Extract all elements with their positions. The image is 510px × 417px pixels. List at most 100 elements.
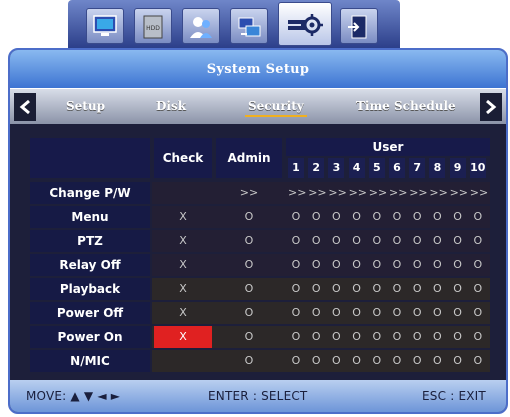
user-cell-3[interactable]: O [328, 230, 344, 252]
user-cell-6[interactable]: O [389, 278, 405, 300]
check-cell[interactable]: X [154, 254, 212, 276]
user-cell-5[interactable]: O [369, 350, 385, 372]
user-cell-9[interactable]: O [450, 230, 466, 252]
user-cell-5[interactable]: O [369, 302, 385, 324]
tab-setup[interactable]: Setup [66, 99, 105, 113]
user-cell-4[interactable]: O [349, 230, 365, 252]
user-cell-5[interactable]: O [369, 278, 385, 300]
user-cell-6[interactable]: O [389, 302, 405, 324]
user-cell-7[interactable]: O [409, 302, 425, 324]
user-cell-4[interactable]: >> [349, 182, 367, 204]
users-tab[interactable] [182, 8, 220, 44]
admin-cell[interactable]: O [216, 326, 282, 348]
user-cell-9[interactable]: O [450, 302, 466, 324]
user-cell-4[interactable]: O [349, 206, 365, 228]
check-cell[interactable]: X [154, 278, 212, 300]
user-cell-5[interactable]: O [369, 206, 385, 228]
user-cell-8[interactable]: >> [429, 182, 447, 204]
user-cell-4[interactable]: O [349, 254, 365, 276]
user-cell-7[interactable]: O [409, 230, 425, 252]
user-cell-7[interactable]: >> [409, 182, 427, 204]
user-cell-10[interactable]: O [470, 230, 486, 252]
user-cell-8[interactable]: O [429, 230, 445, 252]
user-cell-2[interactable]: >> [308, 182, 326, 204]
user-cell-3[interactable]: O [328, 326, 344, 348]
check-cell[interactable]: X [154, 326, 212, 348]
user-cell-5[interactable]: O [369, 230, 385, 252]
user-cell-9[interactable]: O [450, 350, 466, 372]
user-cell-1[interactable]: O [288, 230, 304, 252]
user-cell-8[interactable]: O [429, 326, 445, 348]
user-cell-5[interactable]: O [369, 326, 385, 348]
admin-cell[interactable]: O [216, 302, 282, 324]
user-cell-3[interactable]: O [328, 254, 344, 276]
user-cell-2[interactable]: O [308, 302, 324, 324]
tab-time-schedule[interactable]: Time Schedule [356, 99, 456, 113]
user-cell-8[interactable]: O [429, 350, 445, 372]
user-cell-8[interactable]: O [429, 254, 445, 276]
exit-tab[interactable] [340, 8, 378, 44]
user-cell-9[interactable]: O [450, 254, 466, 276]
user-cell-3[interactable]: O [328, 350, 344, 372]
user-cell-2[interactable]: O [308, 254, 324, 276]
user-cell-1[interactable]: >> [288, 182, 306, 204]
network-tab[interactable] [230, 8, 268, 44]
user-cell-6[interactable]: O [389, 230, 405, 252]
user-cell-7[interactable]: O [409, 254, 425, 276]
next-tab-button[interactable] [480, 93, 502, 121]
user-cell-1[interactable]: O [288, 278, 304, 300]
user-cell-9[interactable]: O [450, 278, 466, 300]
user-cell-10[interactable]: >> [470, 182, 488, 204]
user-cell-3[interactable]: O [328, 278, 344, 300]
user-cell-9[interactable]: O [450, 206, 466, 228]
check-cell[interactable] [154, 182, 212, 204]
user-cell-6[interactable]: O [389, 206, 405, 228]
user-cell-7[interactable]: O [409, 350, 425, 372]
admin-cell[interactable]: O [216, 206, 282, 228]
check-cell[interactable] [154, 350, 212, 372]
user-cell-6[interactable]: O [389, 350, 405, 372]
tab-disk[interactable]: Disk [156, 99, 186, 113]
user-cell-1[interactable]: O [288, 326, 304, 348]
user-cell-4[interactable]: O [349, 278, 365, 300]
user-cell-1[interactable]: O [288, 206, 304, 228]
system-settings-tab[interactable] [278, 2, 332, 46]
admin-cell[interactable]: O [216, 254, 282, 276]
check-cell[interactable]: X [154, 302, 212, 324]
user-cell-3[interactable]: O [328, 302, 344, 324]
user-cell-2[interactable]: O [308, 230, 324, 252]
user-cell-5[interactable]: >> [369, 182, 387, 204]
user-cell-10[interactable]: O [470, 326, 486, 348]
user-cell-10[interactable]: O [470, 302, 486, 324]
admin-cell[interactable]: O [216, 350, 282, 372]
check-cell[interactable]: X [154, 206, 212, 228]
tab-security[interactable]: Security [245, 99, 307, 117]
user-cell-6[interactable]: O [389, 326, 405, 348]
user-cell-8[interactable]: O [429, 206, 445, 228]
user-cell-1[interactable]: O [288, 350, 304, 372]
admin-cell[interactable]: >> [216, 182, 282, 204]
check-cell[interactable]: X [154, 230, 212, 252]
user-cell-3[interactable]: O [328, 206, 344, 228]
user-cell-7[interactable]: O [409, 206, 425, 228]
monitor-tab[interactable] [86, 8, 124, 44]
user-cell-10[interactable]: O [470, 254, 486, 276]
admin-cell[interactable]: O [216, 230, 282, 252]
user-cell-2[interactable]: O [308, 278, 324, 300]
user-cell-8[interactable]: O [429, 278, 445, 300]
user-cell-10[interactable]: O [470, 206, 486, 228]
user-cell-2[interactable]: O [308, 206, 324, 228]
user-cell-9[interactable]: >> [450, 182, 468, 204]
user-cell-1[interactable]: O [288, 302, 304, 324]
user-cell-7[interactable]: O [409, 278, 425, 300]
user-cell-2[interactable]: O [308, 326, 324, 348]
user-cell-2[interactable]: O [308, 350, 324, 372]
prev-tab-button[interactable] [14, 93, 36, 121]
user-cell-8[interactable]: O [429, 302, 445, 324]
user-cell-10[interactable]: O [470, 278, 486, 300]
user-cell-1[interactable]: O [288, 254, 304, 276]
user-cell-6[interactable]: O [389, 254, 405, 276]
user-cell-9[interactable]: O [450, 326, 466, 348]
user-cell-4[interactable]: O [349, 326, 365, 348]
user-cell-7[interactable]: O [409, 326, 425, 348]
